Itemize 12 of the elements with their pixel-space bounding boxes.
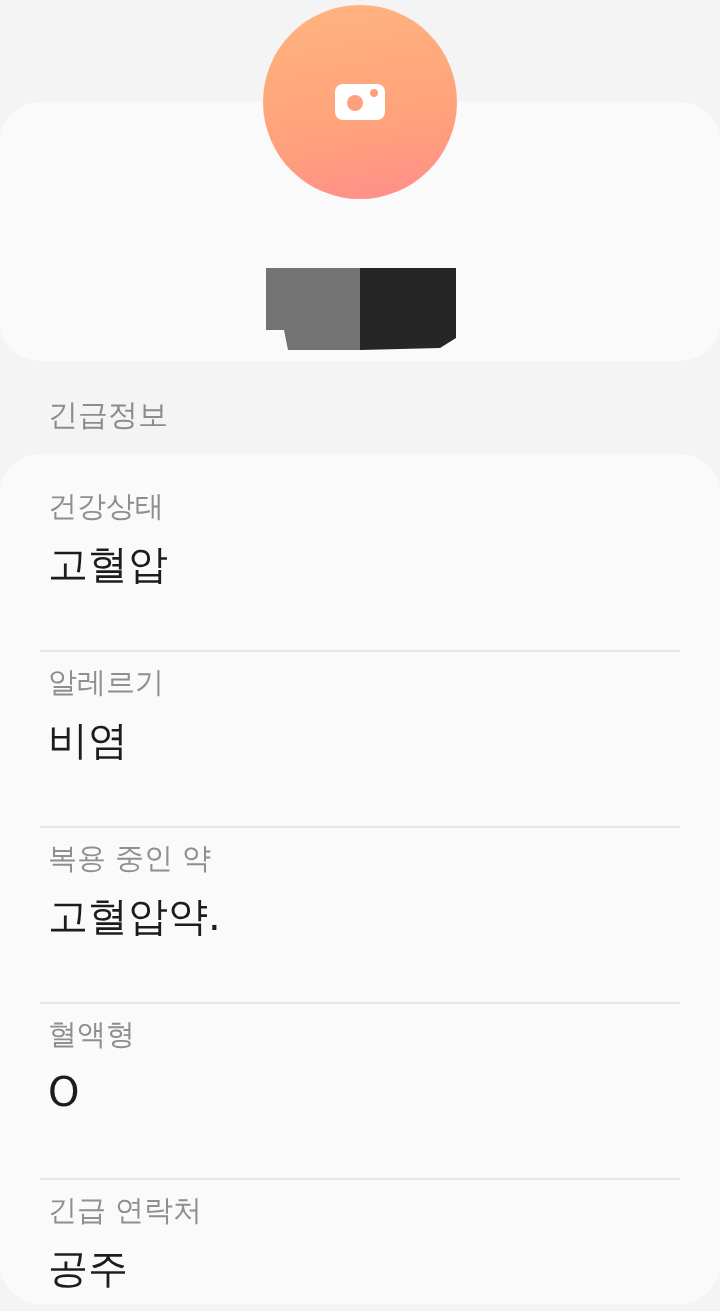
field-label: 긴급 연락처 xyxy=(48,1192,204,1229)
field-value: 비염 xyxy=(48,716,129,765)
camera-icon xyxy=(335,84,385,120)
field-label: 복용 중인 약 xyxy=(48,840,213,877)
field-label: 혈액형 xyxy=(48,1016,136,1053)
field-value: 고혈압약. xyxy=(48,892,222,941)
field-value: 고혈압 xyxy=(48,540,169,589)
field-label: 건강상태 xyxy=(48,488,165,525)
section-title: 긴급정보 xyxy=(47,396,169,434)
field-value: O xyxy=(48,1068,81,1117)
field-value: 공주 xyxy=(48,1244,129,1293)
field-label: 알레르기 xyxy=(48,664,165,701)
